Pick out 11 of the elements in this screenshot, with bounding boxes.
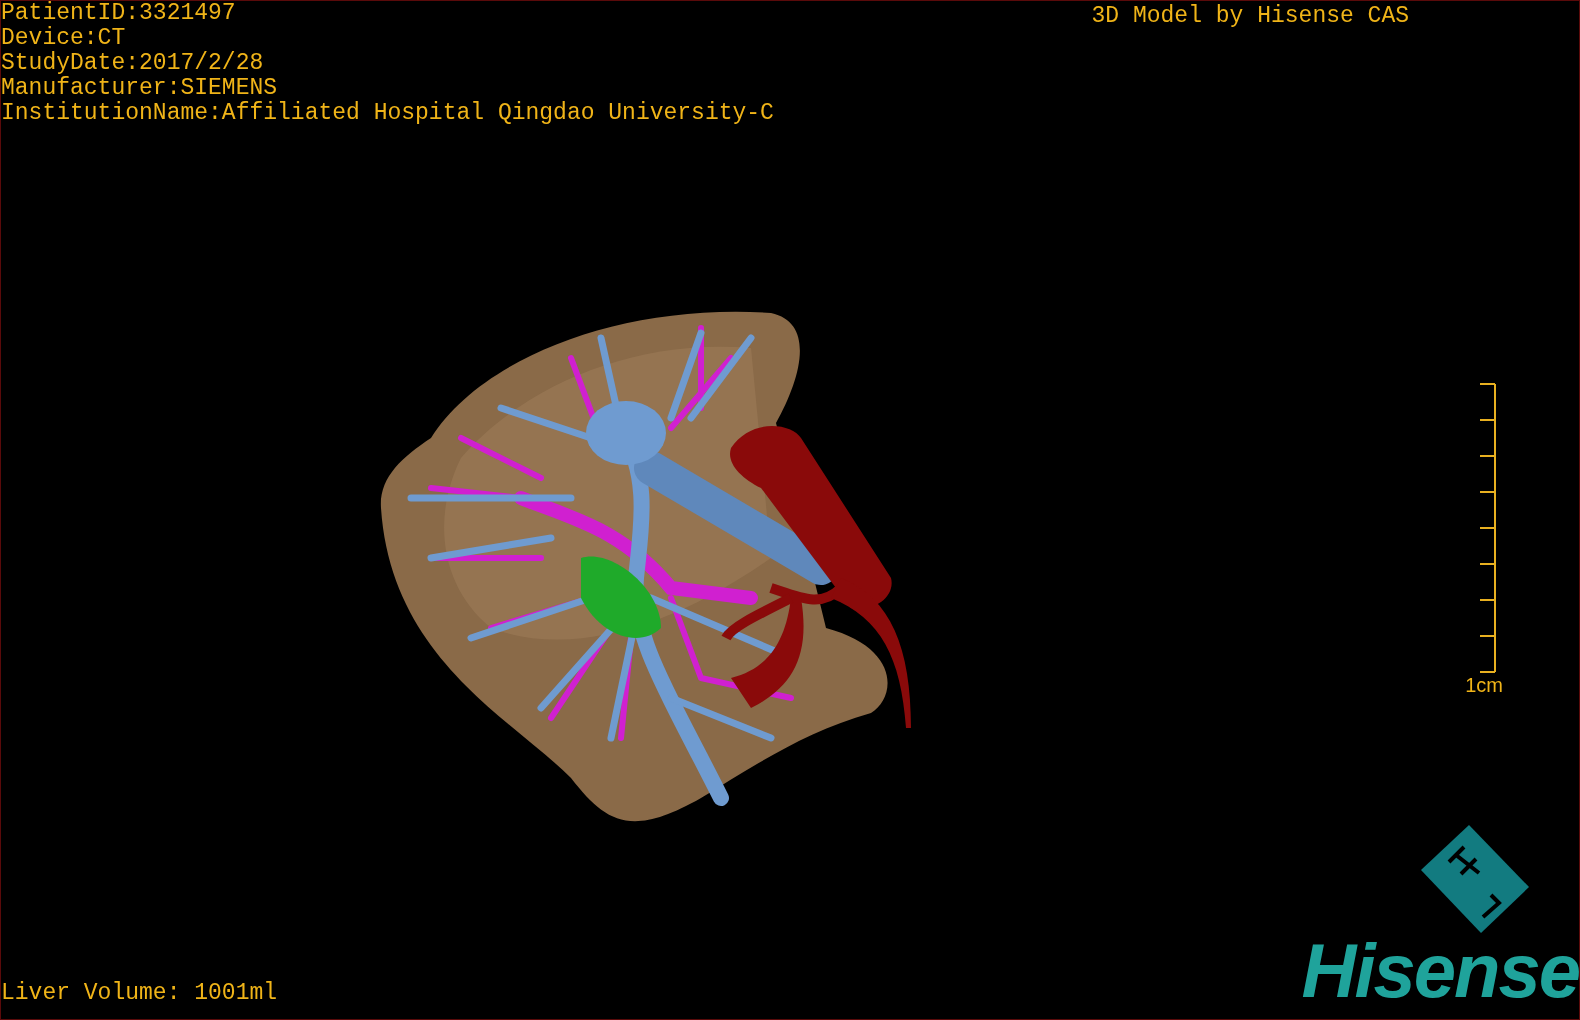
study-info-text: InstitutionName:Affiliated Hospital Qingdao University-C (1, 101, 774, 126)
study-info-text: StudyDate:2017/2/28 (1, 51, 265, 76)
liver-volume: Liver Volume: 1001ml (1, 979, 278, 1007)
study-info-text: Manufacturer:SIEMENS (1, 76, 279, 101)
study-info-text: Device:CT (1, 26, 127, 51)
logo-wordmark: Hisense (1301, 933, 1579, 1009)
scale-bar-icon (1479, 383, 1497, 673)
model-credit: 3D Model by Hisense CAS (1091, 2, 1409, 31)
logo-diamond-icon (1421, 825, 1531, 933)
scale-label: 1cm (1465, 673, 1503, 697)
study-info-text: PatientID:3321497 (1, 1, 237, 26)
